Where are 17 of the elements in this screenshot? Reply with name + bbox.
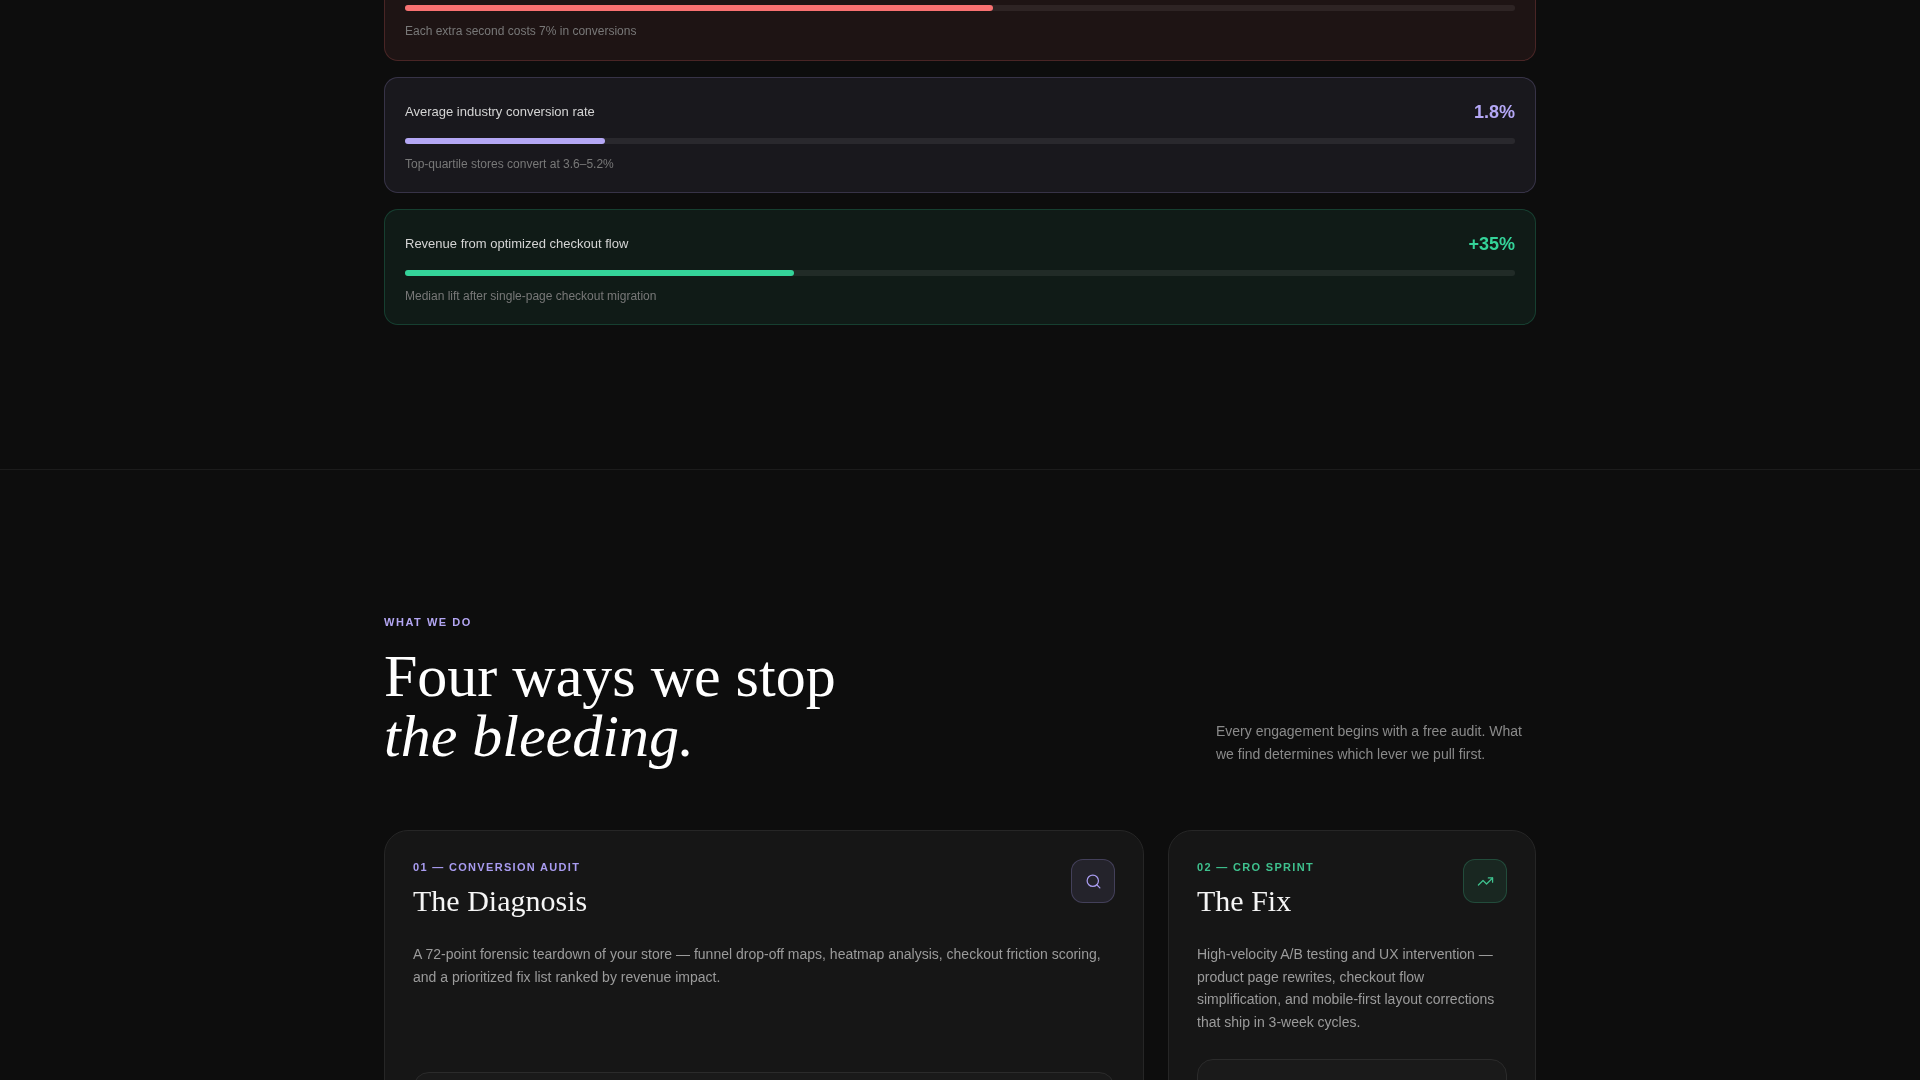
service-title: The Fix: [1197, 883, 1293, 919]
section-intro: Every engagement begins with a free audit. What we find determines which lever we pull first.: [1216, 722, 1523, 764]
stat-value: 1.8%: [1473, 101, 1515, 124]
trend-up-icon: [1463, 859, 1507, 903]
service-tag: 01 — CONVERSION AUDIT: [413, 859, 588, 875]
stat-caption: Each extra second costs 7% in conversions: [405, 23, 638, 39]
section-eyebrow: WHAT WE DO: [384, 615, 473, 630]
stat-label: Revenue from optimized checkout flow: [405, 235, 629, 254]
stat-label: Average industry conversion rate: [405, 103, 595, 122]
service-title: The Diagnosis: [413, 883, 588, 919]
service-description: High-velocity A/B testing and UX intervention — product page rewrites, checkout flow simplification, and mobile-first layout corrections that ship in 3-week cycles.: [1197, 945, 1496, 1032]
stat-caption: Top-quartile stores convert at 3.6–5.2%: [405, 156, 615, 172]
service-description: A 72-point forensic teardown of your store — funnel drop-off maps, heatmap analysis, checkout friction scoring, and a prioritized fix list ranked by revenue impact.: [413, 945, 1102, 987]
stat-caption: Median lift after single-page checkout migration: [405, 288, 658, 304]
search-icon: [1071, 859, 1115, 903]
stat-value: +35%: [1468, 233, 1515, 256]
service-tag: 02 — CRO SPRINT: [1197, 859, 1314, 875]
